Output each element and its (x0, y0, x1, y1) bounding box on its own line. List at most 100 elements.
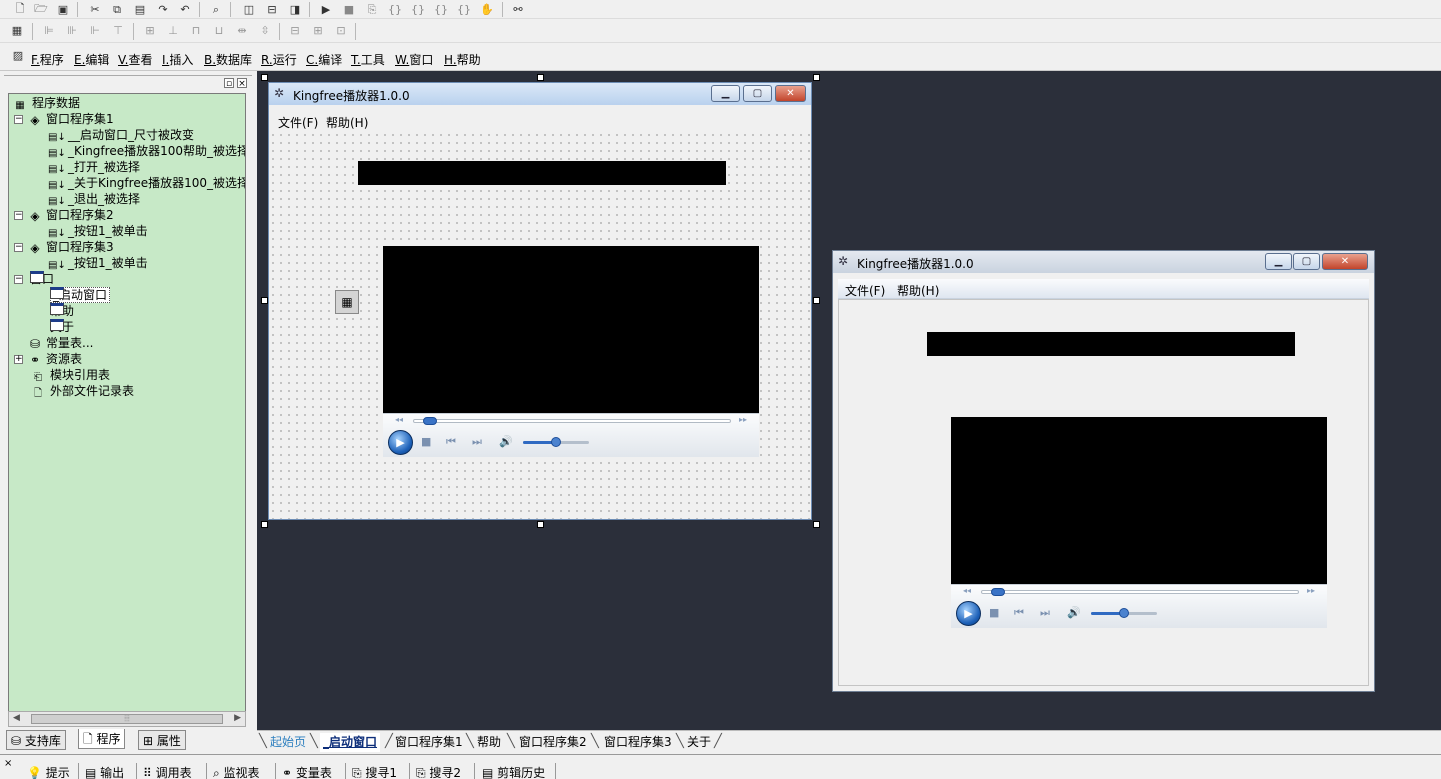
minimize-button[interactable]: ▁ (1265, 253, 1292, 270)
play-button[interactable]: ▶ (388, 430, 413, 455)
new-file-icon[interactable]: 🗋 (11, 1, 29, 18)
save-icon[interactable]: ▣ (54, 1, 72, 18)
close-button[interactable]: ✕ (775, 85, 806, 102)
find-icon[interactable]: ⌕ (207, 1, 225, 18)
menu-help[interactable]: H.帮助 (444, 51, 481, 68)
debug-1-icon[interactable]: ⎘ (363, 1, 381, 18)
tree-resources[interactable]: ⚭ 资源表 (28, 351, 82, 367)
tree-sub-item[interactable]: ▤↓ _打开_被选择 (48, 159, 140, 175)
center-both-icon[interactable]: ⊡ (332, 22, 350, 39)
media-player[interactable]: ◂◂ ▸▸ ▶ ■ ⏮ ⏭ 🔊 (951, 417, 1327, 628)
same-width-icon[interactable]: ⊓ (187, 22, 205, 39)
design-window-titlebar[interactable]: ✲ Kingfree播放器1.0.0 ▁ ▢ ✕ (269, 83, 811, 105)
resize-handle[interactable] (813, 74, 820, 81)
tab-search2[interactable]: ⎘ 搜寻2 (416, 764, 461, 779)
tree-constants[interactable]: ⛁ 常量表... (28, 335, 93, 351)
tab-output[interactable]: ▤ 输出 (85, 764, 124, 779)
align-right-icon[interactable]: ⊩ (86, 22, 104, 39)
align-top-icon[interactable]: ⊤ (109, 22, 127, 39)
play-button[interactable]: ▶ (956, 601, 981, 626)
tree-set3[interactable]: ◈ 窗口程序集3 (28, 239, 113, 255)
run-icon[interactable]: ▶ (317, 1, 335, 18)
debug-5-icon[interactable]: {} (455, 1, 473, 18)
resize-handle[interactable] (261, 521, 268, 528)
previous-icon[interactable]: ⏮ (446, 435, 456, 449)
menu-edit[interactable]: E.编辑 (74, 51, 109, 68)
tree-window-item[interactable]: _启动窗口 (50, 287, 111, 303)
scroll-right-icon[interactable]: ▶ (234, 713, 241, 723)
next-icon[interactable]: ⏭ (472, 435, 482, 449)
redo-icon[interactable]: ↷ (154, 1, 172, 18)
spacing-h-icon[interactable]: ⇹ (233, 22, 251, 39)
tree-sub-item[interactable]: ▤↓ _按钮1_被单击 (48, 223, 148, 239)
tree-windows[interactable]: 窗口 (30, 271, 54, 287)
tab-program[interactable]: 🗋 程序 (78, 729, 126, 749)
tab-window-set3[interactable]: 窗口程序集3 (604, 733, 672, 752)
tree-sub-item[interactable]: ▤↓ _按钮1_被单击 (48, 255, 148, 271)
grid-icon[interactable]: ▦ (8, 22, 26, 39)
menu-insert[interactable]: I.插入 (162, 51, 193, 68)
tab-variables[interactable]: ⚭ 变量表 (282, 764, 332, 779)
panel-pin-button[interactable]: ▫ (224, 78, 234, 89)
minimize-button[interactable]: ▁ (711, 85, 740, 102)
volume-slider[interactable] (523, 437, 589, 447)
align-bottom-icon[interactable]: ⊥ (164, 22, 182, 39)
design-window[interactable]: ✲ Kingfree播放器1.0.0 ▁ ▢ ✕ 文件(F) 帮助(H) ▦ ◂… (268, 82, 812, 520)
undo-icon[interactable]: ↶ (176, 1, 194, 18)
align-center-icon[interactable]: ⊪ (63, 22, 81, 39)
media-player-control[interactable]: ◂◂ ▸▸ ▶ ■ ⏮ ⏭ 🔊 (383, 246, 759, 457)
tab-search1[interactable]: ⎘ 搜寻1 (352, 764, 397, 779)
expander-icon[interactable]: − (14, 211, 23, 220)
menu-window[interactable]: W.窗口 (395, 51, 433, 68)
volume-thumb[interactable] (1119, 608, 1129, 618)
seek-bar[interactable] (413, 417, 731, 425)
tab-hint[interactable]: 💡 提示 (27, 764, 70, 779)
resize-handle[interactable] (261, 74, 268, 81)
horizontal-scrollbar[interactable]: ◀ ⦙⦙⦙ ▶ (8, 711, 246, 727)
resize-handle[interactable] (261, 297, 268, 304)
spacing-v-icon[interactable]: ⇳ (256, 22, 274, 39)
tree-modules[interactable]: ⎗ 模块引用表 (30, 367, 110, 383)
preview-window[interactable]: ✲ Kingfree播放器1.0.0 ▁ ▢ ✕ 文件(F) 帮助(H) ◂◂ … (832, 250, 1375, 692)
previous-icon[interactable]: ⏮ (1014, 606, 1024, 620)
volume-icon[interactable]: 🔊 (1067, 606, 1081, 619)
tree-external[interactable]: 🗋 外部文件记录表 (30, 383, 134, 399)
tab-about[interactable]: 关于 (687, 733, 711, 752)
stop-icon[interactable]: ■ (421, 435, 431, 448)
expander-icon[interactable]: + (14, 355, 23, 364)
resize-handle[interactable] (537, 74, 544, 81)
menu-program[interactable]: F.程序 (31, 51, 64, 68)
stop-icon[interactable]: ■ (989, 606, 999, 619)
tab-support-library[interactable]: ⛁ 支持库 (6, 730, 66, 750)
layout-2-icon[interactable]: ⊟ (263, 1, 281, 18)
menu-file[interactable]: 文件(F) (278, 114, 318, 131)
panel-close-button[interactable]: × (237, 78, 247, 89)
tab-call-stack[interactable]: ⠿ 调用表 (143, 764, 192, 779)
tree-sub-item[interactable]: ▤↓ _退出_被选择 (48, 191, 140, 207)
tab-properties[interactable]: ⊞ 属性 (138, 730, 186, 750)
timer-control-icon[interactable]: ▦ (335, 290, 359, 314)
preview-window-titlebar[interactable]: ✲ Kingfree播放器1.0.0 ▁ ▢ ✕ (833, 251, 1374, 273)
maximize-button[interactable]: ▢ (1293, 253, 1320, 270)
expander-icon[interactable]: − (14, 243, 23, 252)
stop-icon[interactable]: ■ (340, 1, 358, 18)
tab-help[interactable]: 帮助 (477, 733, 501, 752)
tab-start-page[interactable]: 起始页 (270, 733, 306, 752)
tab-window-set2[interactable]: 窗口程序集2 (519, 733, 587, 752)
menu-database[interactable]: B.数据库 (204, 51, 252, 68)
copy-icon[interactable]: ⧉ (108, 1, 126, 18)
scroll-left-icon[interactable]: ◀ (13, 713, 20, 723)
menu-help[interactable]: 帮助(H) (897, 282, 939, 299)
tree-set1[interactable]: ◈ 窗口程序集1 (28, 111, 113, 127)
center-h-icon[interactable]: ⊟ (286, 22, 304, 39)
debug-3-icon[interactable]: {} (409, 1, 427, 18)
debug-2-icon[interactable]: {} (386, 1, 404, 18)
resize-handle[interactable] (537, 521, 544, 528)
seek-thumb[interactable] (991, 588, 1006, 596)
tree-window-item[interactable]: 关于 (50, 319, 74, 335)
volume-thumb[interactable] (551, 437, 561, 447)
menu-file[interactable]: 文件(F) (845, 282, 885, 299)
menu-view[interactable]: V.查看 (118, 51, 153, 68)
tab-startup-window[interactable]: _启动窗口 (320, 733, 381, 752)
volume-icon[interactable]: 🔊 (499, 435, 513, 448)
